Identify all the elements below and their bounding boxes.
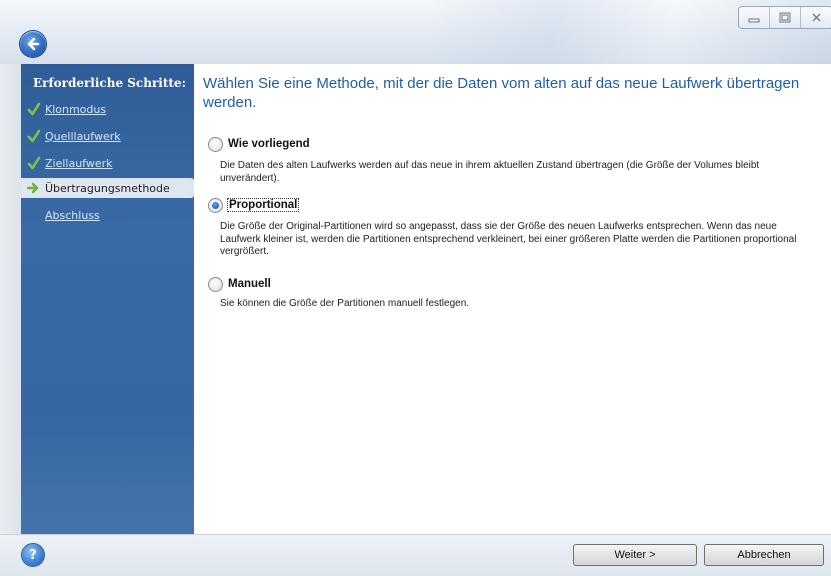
radio-wie-vorliegend[interactable]	[208, 136, 223, 152]
radio-proportional[interactable]	[208, 197, 223, 213]
option-label[interactable]: Manuell	[228, 278, 271, 290]
option-description: Die Daten des alten Laufwerks werden auf…	[220, 160, 760, 184]
sidebar-title: Erforderliche Schritte:	[33, 76, 186, 90]
radio-manuell[interactable]	[208, 276, 223, 292]
maximize-button[interactable]	[770, 7, 801, 28]
help-icon: ?	[29, 547, 37, 563]
sidebar-item-klonmodus[interactable]: Klonmodus	[27, 99, 106, 119]
help-button[interactable]: ?	[22, 544, 44, 566]
window-controls	[738, 6, 831, 29]
cancel-button[interactable]: Abbrechen	[704, 544, 824, 566]
maximize-icon	[779, 12, 791, 23]
button-bar: ? Weiter > Abbrechen	[0, 534, 831, 576]
back-button[interactable]	[20, 31, 46, 57]
option-label[interactable]: Proportional	[226, 198, 300, 212]
left-border	[0, 64, 21, 534]
check-icon	[27, 102, 41, 116]
sidebar-item-label[interactable]: Klonmodus	[45, 103, 106, 116]
title-bar	[0, 0, 831, 64]
sidebar-item-label[interactable]: Abschluss	[45, 209, 100, 222]
sidebar-item-label: Übertragungsmethode	[45, 181, 170, 195]
arrow-left-icon	[27, 37, 40, 51]
content-panel: Wählen Sie eine Methode, mit der die Dat…	[194, 64, 831, 534]
sidebar-item-ziellaufwerk[interactable]: Ziellaufwerk	[27, 153, 113, 173]
sidebar-item-uebertragungsmethode[interactable]: Übertragungsmethode	[21, 178, 194, 198]
option-label[interactable]: Wie vorliegend	[228, 138, 310, 150]
page-title: Wählen Sie eine Methode, mit der die Dat…	[203, 75, 800, 111]
close-icon	[812, 13, 821, 22]
steps-sidebar: Erforderliche Schritte: Klonmodus Quelll…	[21, 64, 194, 534]
sidebar-item-quelllaufwerk[interactable]: Quelllaufwerk	[27, 126, 121, 146]
option-wie-vorliegend[interactable]: Wie vorliegend Die Daten des alten Laufw…	[208, 135, 820, 185]
option-description: Die Größe der Original-Partitionen wird …	[220, 221, 797, 257]
sidebar-decoration	[21, 414, 194, 534]
check-icon	[27, 156, 41, 170]
sidebar-item-label[interactable]: Quelllaufwerk	[45, 130, 121, 143]
option-description: Sie können die Größe der Partitionen man…	[220, 298, 470, 309]
wizard-window: Erforderliche Schritte: Klonmodus Quelll…	[0, 0, 831, 576]
option-proportional[interactable]: Proportional Die Größe der Original-Part…	[208, 196, 820, 259]
sidebar-item-label[interactable]: Ziellaufwerk	[45, 157, 113, 170]
sidebar-item-abschluss[interactable]: Abschluss	[27, 205, 100, 225]
arrow-right-icon	[26, 181, 41, 195]
minimize-icon	[748, 18, 760, 22]
close-button[interactable]	[801, 7, 831, 28]
option-manuell[interactable]: Manuell Sie können die Größe der Partiti…	[208, 275, 820, 311]
minimize-button[interactable]	[739, 7, 770, 28]
next-button[interactable]: Weiter >	[573, 544, 697, 566]
check-icon	[27, 129, 41, 143]
